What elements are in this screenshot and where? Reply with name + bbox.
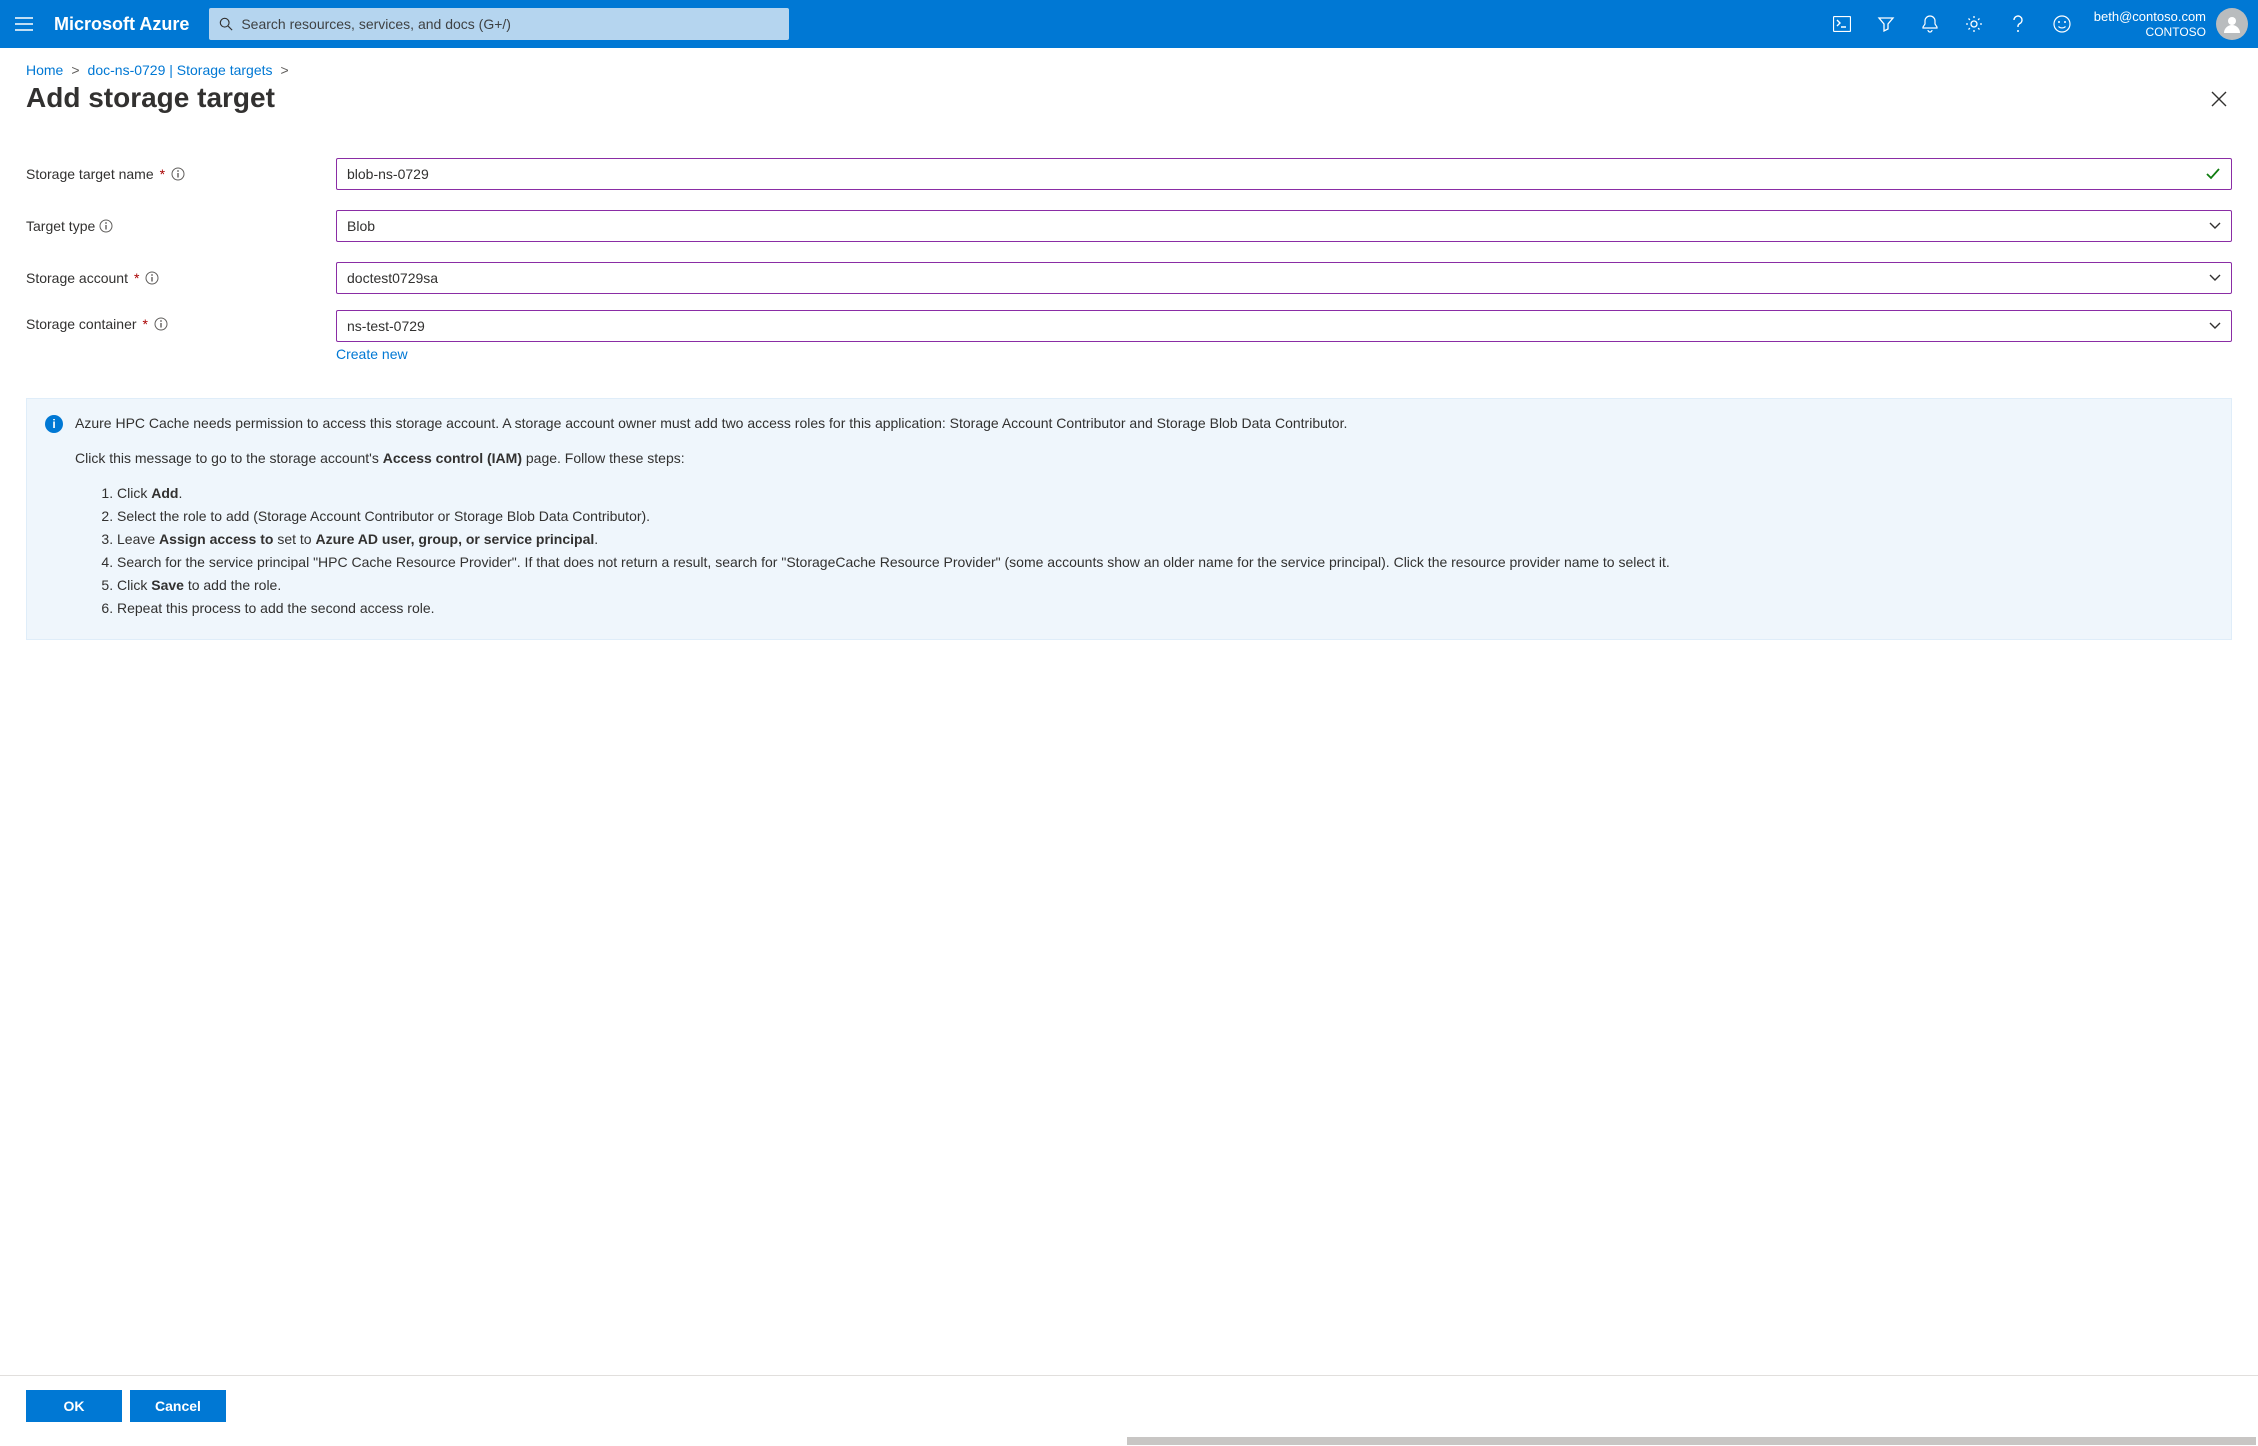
- account-email: beth@contoso.com: [2094, 9, 2206, 25]
- close-icon: [2210, 90, 2228, 108]
- row-storage-target-name: Storage target name *: [26, 154, 2232, 194]
- info-step-3: Leave Assign access to set to Azure AD u…: [117, 529, 2213, 550]
- account-org: CONTOSO: [2146, 25, 2206, 39]
- info-icon[interactable]: [171, 167, 185, 181]
- horizontal-scrollbar-track[interactable]: [0, 1436, 2258, 1446]
- chevron-down-icon: [2209, 321, 2221, 331]
- info-p1: Azure HPC Cache needs permission to acce…: [75, 413, 2213, 434]
- info-icon[interactable]: [154, 317, 168, 331]
- gear-icon: [1965, 15, 1983, 33]
- search-wrap: [209, 8, 789, 40]
- feedback-smiley-icon: [2053, 15, 2071, 33]
- target-type-select[interactable]: Blob: [336, 210, 2232, 242]
- cloud-shell-button[interactable]: [1820, 0, 1864, 48]
- label-storage-container: Storage container: [26, 316, 137, 332]
- required-marker: *: [132, 270, 141, 286]
- page-title: Add storage target: [26, 82, 275, 114]
- search-icon: [219, 17, 233, 31]
- label-storage-account: Storage account: [26, 270, 128, 286]
- help-button[interactable]: [1996, 0, 2040, 48]
- global-search[interactable]: [209, 8, 789, 40]
- info-step-6: Repeat this process to add the second ac…: [117, 598, 2213, 619]
- directories-filter-button[interactable]: [1864, 0, 1908, 48]
- chevron-down-icon: [2209, 273, 2221, 283]
- info-step-1: Click Add.: [117, 483, 2213, 504]
- label-storage-target-name: Storage target name: [26, 166, 154, 182]
- hamburger-menu-button[interactable]: [0, 0, 48, 48]
- cloud-shell-icon: [1833, 16, 1851, 32]
- search-input[interactable]: [233, 16, 779, 32]
- info-p2: Click this message to go to the storage …: [75, 448, 2213, 469]
- storage-target-name-input[interactable]: [347, 166, 2205, 182]
- valid-check-icon: [2205, 166, 2221, 182]
- notifications-button[interactable]: [1908, 0, 1952, 48]
- storage-account-select[interactable]: doctest0729sa: [336, 262, 2232, 294]
- breadcrumb-item-2[interactable]: doc-ns-0729 | Storage targets: [88, 62, 273, 78]
- breadcrumb-sep-2: >: [281, 62, 289, 78]
- target-type-value: Blob: [347, 218, 375, 234]
- brand[interactable]: Microsoft Azure: [48, 14, 209, 35]
- avatar[interactable]: [2216, 8, 2248, 40]
- ok-button[interactable]: OK: [26, 1390, 122, 1422]
- footer: OK Cancel: [0, 1375, 2258, 1436]
- row-storage-account: Storage account * doctest0729sa: [26, 258, 2232, 298]
- storage-container-value: ns-test-0729: [347, 318, 425, 334]
- help-icon: [2012, 15, 2024, 33]
- filter-icon: [1877, 15, 1895, 33]
- label-target-type: Target type: [26, 218, 95, 234]
- info-steps: Click Add. Select the role to add (Stora…: [97, 483, 2213, 619]
- horizontal-scrollbar-thumb[interactable]: [1127, 1437, 2256, 1445]
- settings-button[interactable]: [1952, 0, 1996, 48]
- storage-container-select[interactable]: ns-test-0729: [336, 310, 2232, 342]
- info-step-2: Select the role to add (Storage Account …: [117, 506, 2213, 527]
- cancel-button[interactable]: Cancel: [130, 1390, 226, 1422]
- storage-account-value: doctest0729sa: [347, 270, 438, 286]
- info-step-5: Click Save to add the role.: [117, 575, 2213, 596]
- info-icon[interactable]: [99, 219, 113, 233]
- feedback-button[interactable]: [2040, 0, 2084, 48]
- row-storage-container: Storage container * ns-test-0729 Create …: [26, 310, 2232, 362]
- permission-info-block[interactable]: i Azure HPC Cache needs permission to ac…: [26, 398, 2232, 640]
- top-bar: Microsoft Azure beth@contoso.com CONTOSO: [0, 0, 2258, 48]
- row-target-type: Target type Blob: [26, 206, 2232, 246]
- create-new-link[interactable]: Create new: [336, 342, 408, 362]
- avatar-icon: [2221, 13, 2243, 35]
- info-badge-icon: i: [45, 415, 63, 433]
- page-header: Add storage target: [0, 78, 2258, 114]
- storage-target-name-input-wrap: [336, 158, 2232, 190]
- info-step-4: Search for the service principal "HPC Ca…: [117, 552, 2213, 573]
- bell-icon: [1922, 15, 1938, 33]
- account-info[interactable]: beth@contoso.com CONTOSO: [2084, 9, 2212, 39]
- close-button[interactable]: [2206, 86, 2232, 112]
- hamburger-icon: [15, 17, 33, 31]
- chevron-down-icon: [2209, 221, 2221, 231]
- required-marker: *: [158, 166, 167, 182]
- breadcrumb: Home > doc-ns-0729 | Storage targets >: [0, 48, 2258, 78]
- form-area: Storage target name * Target type Blob: [0, 114, 2258, 362]
- breadcrumb-sep-1: >: [71, 62, 79, 78]
- required-marker: *: [141, 316, 150, 332]
- breadcrumb-home[interactable]: Home: [26, 62, 63, 78]
- info-icon[interactable]: [145, 271, 159, 285]
- top-icons: [1820, 0, 2084, 48]
